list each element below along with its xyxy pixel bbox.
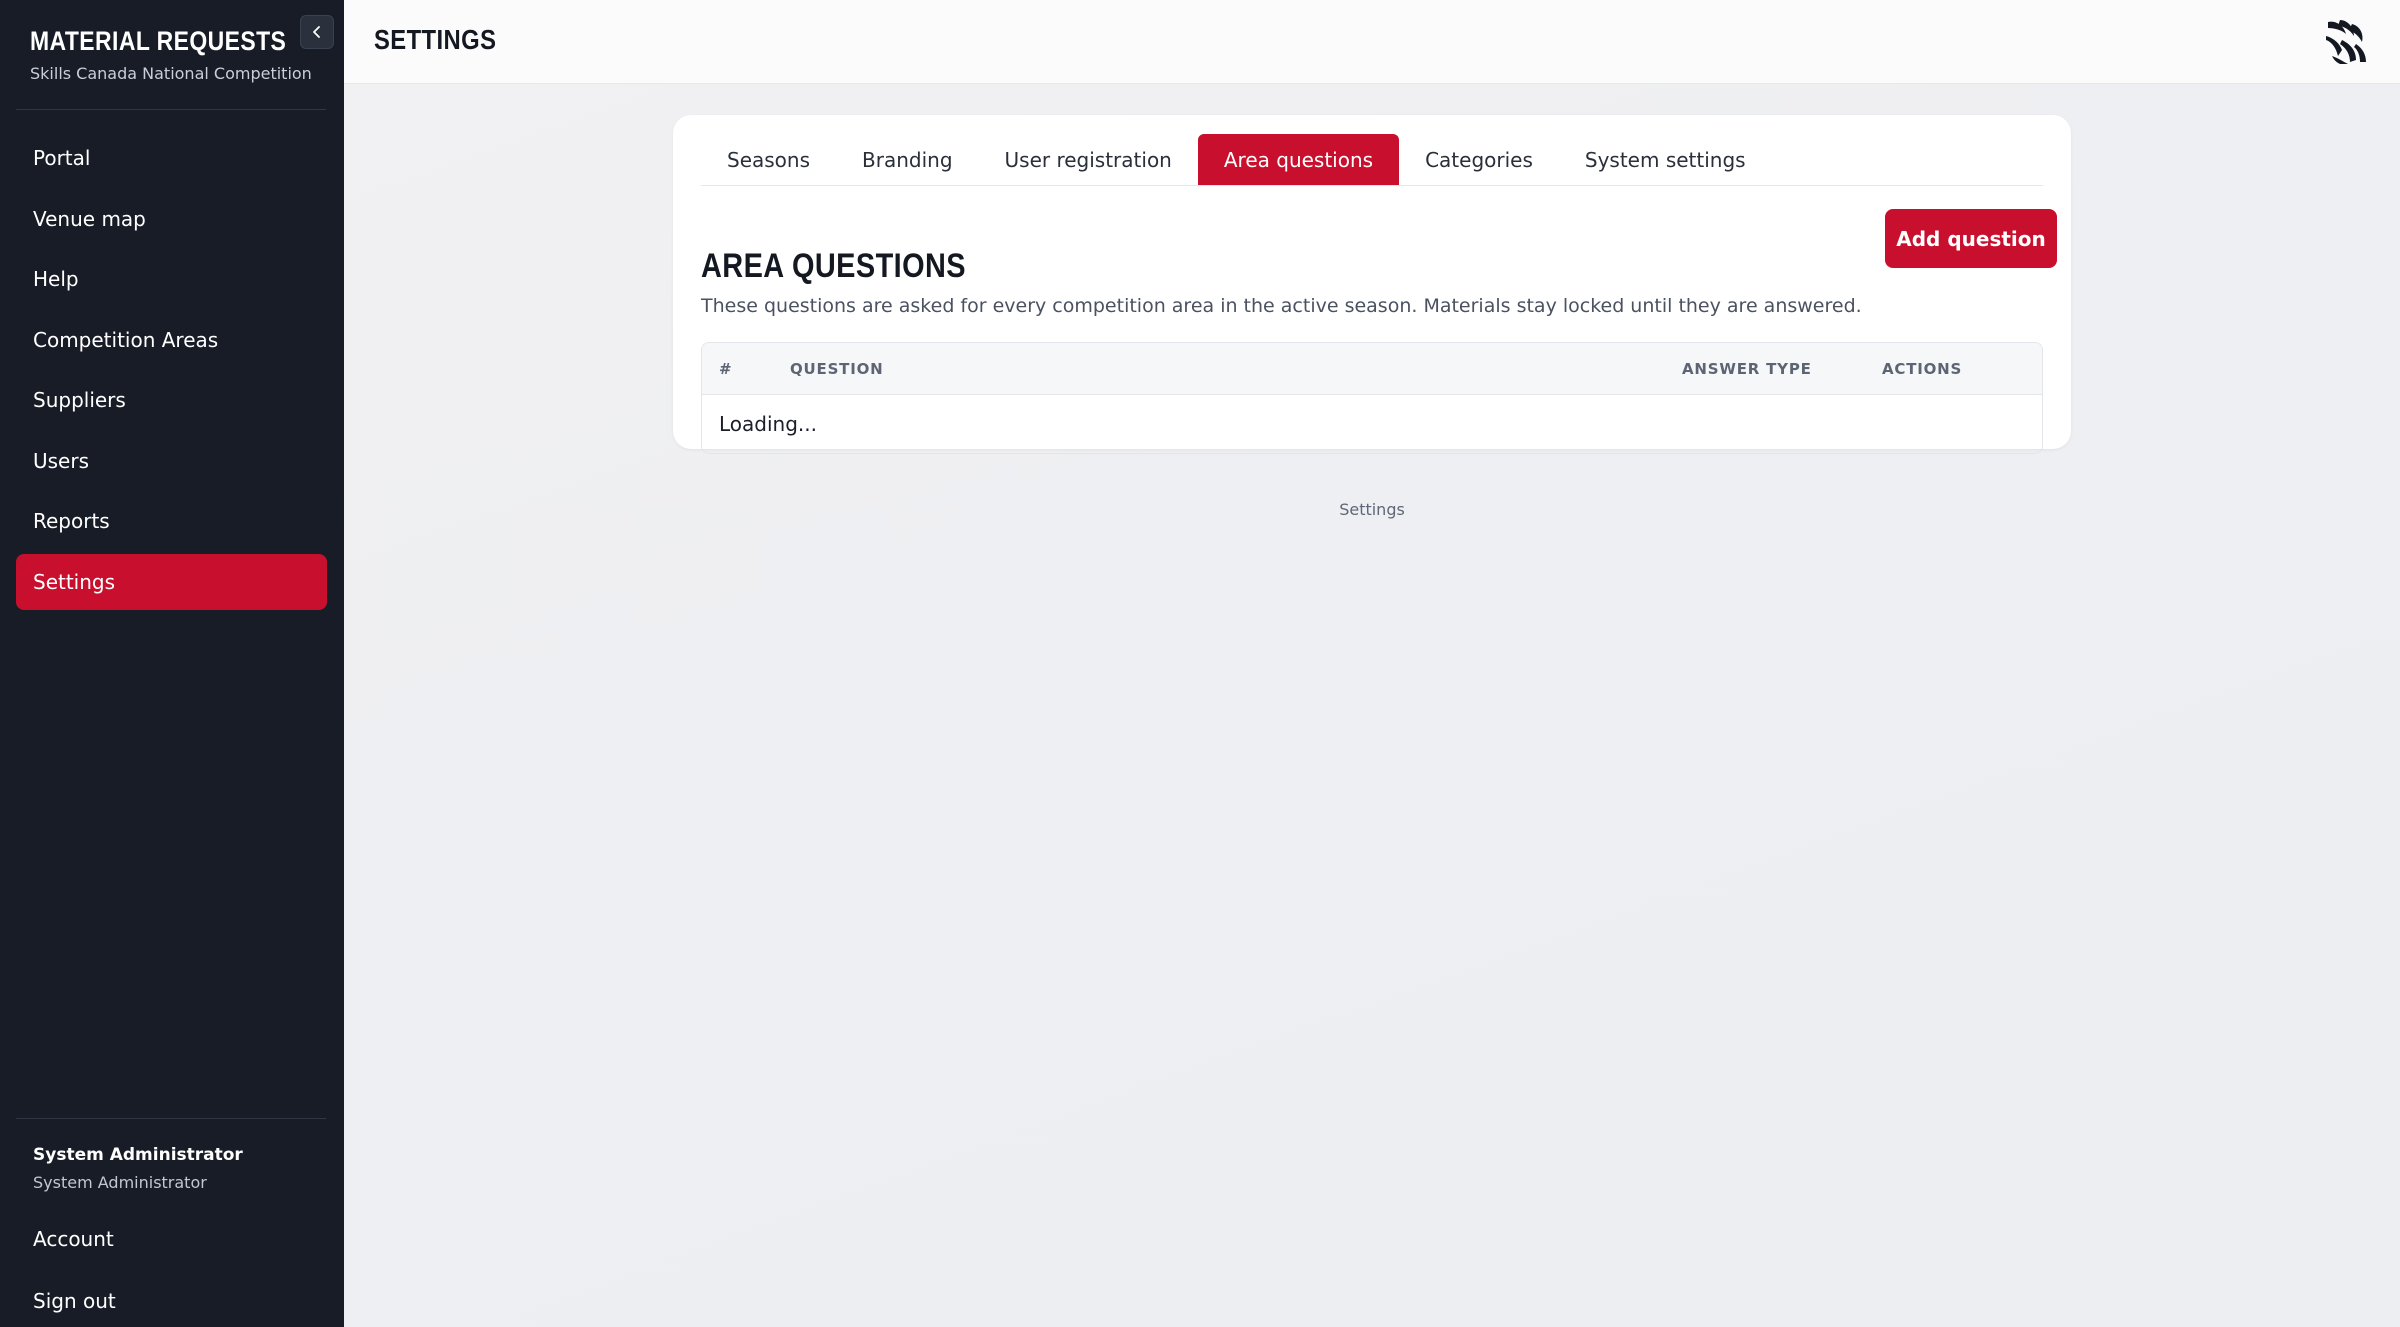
sidebar-item-label: Suppliers	[33, 388, 126, 412]
sidebar-item-label: Users	[33, 448, 90, 473]
tab-system-settings[interactable]: System settings	[1559, 134, 1772, 185]
loading-text: Loading...	[719, 412, 817, 436]
sidebar-item-competition-areas[interactable]: Competition Areas	[16, 312, 327, 368]
tab-seasons[interactable]: Seasons	[701, 134, 836, 185]
settings-tabs: Seasons Branding User registration Area …	[701, 134, 2043, 186]
brand-title: MATERIAL REQUESTS	[30, 26, 287, 56]
tab-branding[interactable]: Branding	[836, 134, 979, 185]
add-question-button[interactable]: Add question	[1885, 209, 2057, 268]
section-title: AREA QUESTIONS	[701, 247, 967, 285]
questions-table: # QUESTION ANSWER TYPE ACTIONS Loading..…	[701, 342, 2043, 454]
sidebar-item-label: Settings	[33, 569, 116, 594]
tab-user-registration[interactable]: User registration	[979, 134, 1198, 185]
user-role: System Administrator	[33, 1173, 207, 1192]
sidebar-item-help[interactable]: Help	[16, 251, 327, 307]
sidebar-item-portal[interactable]: Portal	[16, 130, 327, 186]
sidebar-item-label: Portal	[33, 146, 91, 170]
page-title: SETTINGS	[374, 24, 497, 55]
table-header: # QUESTION ANSWER TYPE ACTIONS	[702, 343, 2042, 395]
sidebar-item-settings[interactable]: Settings	[16, 553, 327, 610]
footer-label: Settings	[1339, 500, 1405, 519]
app-root: MATERIAL REQUESTS Skills Canada National…	[0, 0, 2400, 1327]
tab-area-questions[interactable]: Area questions	[1197, 134, 1400, 185]
sidebar-item-label: Reports	[33, 509, 110, 533]
main-content: Seasons Branding User registration Area …	[344, 84, 2400, 1327]
column-header-number: #	[719, 360, 733, 378]
account-link[interactable]: Account	[33, 1227, 114, 1251]
chevron-left-icon	[313, 26, 320, 38]
sidebar-item-label: Competition Areas	[33, 327, 219, 352]
sidebar-item-venue-map[interactable]: Venue map	[16, 191, 327, 247]
brand-subtitle: Skills Canada National Competition	[30, 64, 312, 83]
settings-card: Seasons Branding User registration Area …	[673, 115, 2071, 454]
section-description: These questions are asked for every comp…	[701, 295, 1862, 317]
sidebar-item-suppliers[interactable]: Suppliers	[16, 372, 327, 428]
sidebar: MATERIAL REQUESTS Skills Canada National…	[0, 0, 344, 1327]
sign-out-link[interactable]: Sign out	[33, 1289, 116, 1313]
sidebar-item-label: Help	[33, 267, 79, 291]
brand-logo-icon	[2326, 20, 2366, 64]
sidebar-item-label: Venue map	[33, 206, 146, 231]
table-row: Loading...	[702, 395, 2042, 453]
sidebar-divider	[16, 109, 326, 110]
sidebar-nav: Portal Venue map Help Competition Areas …	[16, 130, 327, 614]
tab-categories[interactable]: Categories	[1399, 134, 1559, 185]
column-header-answer-type: ANSWER TYPE	[1682, 360, 1812, 378]
user-name: System Administrator	[33, 1145, 243, 1165]
column-header-question: QUESTION	[790, 360, 884, 378]
top-bar: SETTINGS	[344, 0, 2400, 84]
sidebar-item-users[interactable]: Users	[16, 433, 327, 489]
collapse-sidebar-button[interactable]	[300, 15, 334, 49]
sidebar-item-reports[interactable]: Reports	[16, 493, 327, 549]
column-header-actions: ACTIONS	[1882, 360, 1963, 378]
sidebar-divider	[16, 1118, 326, 1119]
